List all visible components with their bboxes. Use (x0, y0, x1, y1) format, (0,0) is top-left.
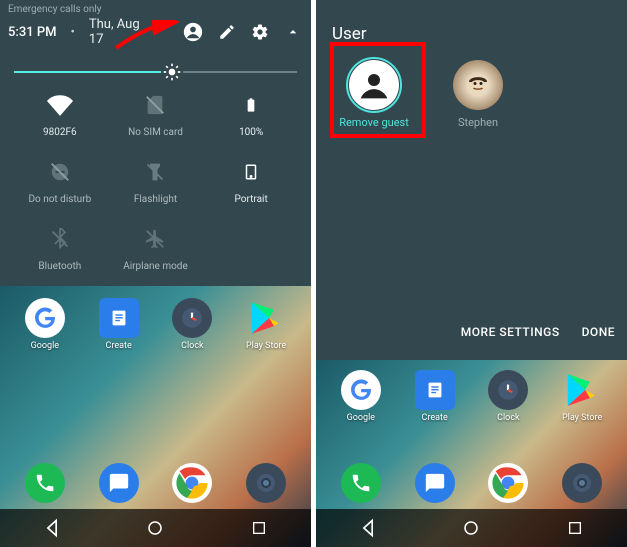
tile-wifi[interactable]: 9802F6 (14, 91, 106, 138)
qs-grid: 9802F6 No SIM card 100% Do not disturb (14, 91, 297, 272)
app-label: Clock (181, 341, 203, 351)
user-panel-title: User (316, 0, 627, 54)
app-create[interactable]: Create (96, 298, 142, 351)
app-playstore[interactable]: Play Store (243, 298, 289, 351)
tile-label: Flashlight (134, 194, 177, 205)
nav-recent[interactable] (564, 517, 586, 539)
app-messages[interactable] (96, 463, 142, 503)
qs-header: 5:31 PM • Thu, Aug 17 (0, 17, 311, 53)
portrait-icon (237, 158, 265, 186)
tile-bluetooth[interactable]: Bluetooth (14, 225, 106, 272)
flashlight-icon (141, 158, 169, 186)
nav-home[interactable] (144, 517, 166, 539)
nav-home[interactable] (460, 517, 482, 539)
app-chrome[interactable] (169, 463, 215, 503)
app-clock[interactable]: Clock (169, 298, 215, 351)
tile-label: No SIM card (128, 127, 183, 138)
settings-icon[interactable] (250, 22, 269, 42)
user-guest[interactable]: Remove guest (334, 60, 414, 129)
app-messages[interactable] (412, 463, 458, 503)
app-label: Play Store (246, 341, 286, 351)
phone-left: Emergency calls only 5:31 PM • Thu, Aug … (0, 0, 311, 547)
app-chrome[interactable] (485, 463, 531, 503)
app-row-1: Google Create Clock Play Store (0, 298, 311, 351)
airplane-icon (141, 225, 169, 253)
tile-label: Do not disturb (28, 194, 91, 205)
battery-icon (237, 91, 265, 119)
tile-label: Airplane mode (123, 261, 188, 272)
navbar (316, 509, 627, 547)
brightness-thumb[interactable] (161, 61, 183, 83)
app-label: Clock (497, 413, 519, 423)
app-playstore[interactable]: Play Store (559, 370, 605, 423)
tile-flashlight[interactable]: Flashlight (110, 158, 202, 205)
nav-back[interactable] (357, 517, 379, 539)
app-label: Google (347, 413, 375, 423)
tile-label: 100% (239, 127, 263, 138)
app-label: Google (31, 341, 59, 351)
app-clock[interactable]: Clock (485, 370, 531, 423)
status-text: Emergency calls only (0, 0, 311, 17)
app-label: Create (106, 341, 132, 351)
quick-settings-panel: 9802F6 No SIM card 100% Do not disturb (0, 53, 311, 286)
user-stephen[interactable]: Stephen (438, 60, 518, 129)
app-camera[interactable] (243, 463, 289, 503)
bluetooth-icon (46, 225, 74, 253)
dnd-icon (46, 158, 74, 186)
app-phone[interactable] (338, 463, 384, 503)
tile-dnd[interactable]: Do not disturb (14, 158, 106, 205)
user-row: Remove guest Stephen (316, 54, 627, 135)
tile-label: Portrait (235, 194, 268, 205)
app-row-dock (0, 463, 311, 503)
wifi-icon (46, 91, 74, 119)
brightness-fill (14, 71, 172, 73)
app-google[interactable]: Google (22, 298, 68, 351)
user-label: Stephen (458, 116, 498, 129)
guest-avatar-icon (349, 60, 399, 110)
app-label: Play Store (562, 413, 602, 423)
tile-sim[interactable]: No SIM card (110, 91, 202, 138)
collapse-icon[interactable] (284, 22, 303, 42)
homescreen-wallpaper: Google Create Clock Play Store (316, 360, 627, 547)
tile-label: Bluetooth (38, 261, 81, 272)
user-label: Remove guest (339, 116, 409, 129)
tile-airplane[interactable]: Airplane mode (110, 225, 202, 272)
tile-label: 9802F6 (43, 127, 77, 138)
brightness-slider[interactable] (14, 71, 297, 73)
app-phone[interactable] (22, 463, 68, 503)
navbar (0, 509, 311, 547)
sim-icon (141, 91, 169, 119)
app-create[interactable]: Create (412, 370, 458, 423)
phone-right: User Remove guest Stephen MORE SETTINGS … (316, 0, 627, 547)
more-settings-button[interactable]: MORE SETTINGS (461, 325, 560, 339)
date-text: Thu, Aug 17 (89, 17, 155, 47)
app-label: Create (422, 413, 448, 423)
stephen-avatar-icon (453, 60, 503, 110)
time-separator: • (71, 25, 75, 40)
homescreen-wallpaper: Google Create Clock Play Store (0, 286, 311, 547)
app-camera[interactable] (559, 463, 605, 503)
done-button[interactable]: DONE (582, 325, 615, 339)
time-text: 5:31 PM (8, 25, 57, 40)
tile-battery[interactable]: 100% (205, 91, 297, 138)
app-google[interactable]: Google (338, 370, 384, 423)
user-panel-buttons: MORE SETTINGS DONE (461, 325, 615, 339)
edit-icon[interactable] (217, 22, 236, 42)
app-row-dock (316, 463, 627, 503)
tile-portrait[interactable]: Portrait (205, 158, 297, 205)
nav-back[interactable] (41, 517, 63, 539)
user-icon[interactable] (183, 22, 203, 42)
app-row-1: Google Create Clock Play Store (316, 370, 627, 423)
nav-recent[interactable] (248, 517, 270, 539)
